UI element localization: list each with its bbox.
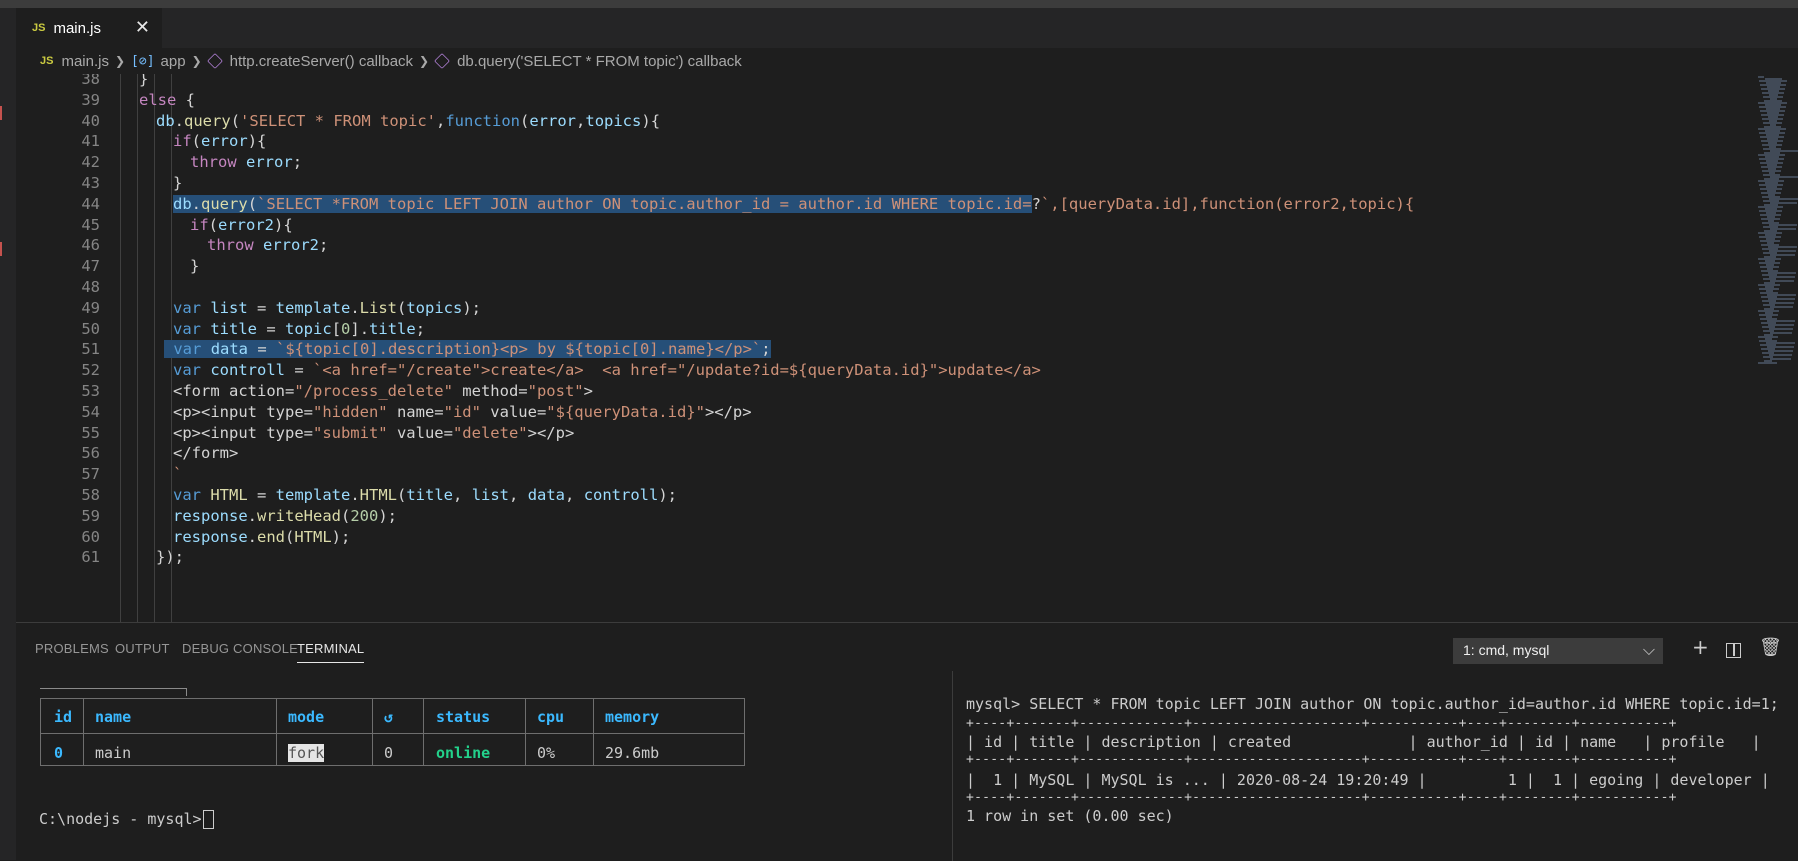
table-border	[525, 699, 526, 765]
mysql-result-footer: 1 row in set (0.00 sec)	[966, 807, 1174, 825]
activity-strip	[0, 8, 16, 860]
code-line[interactable]: 61});	[16, 545, 1756, 569]
breadcrumb: JS main.js ❯ [⊘] app ❯ http.createServer…	[16, 48, 1798, 74]
pm2-header-mode: mode	[288, 708, 325, 726]
window-title-bar	[0, 0, 1798, 8]
breadcrumb-callback1[interactable]: http.createServer() callback	[230, 53, 413, 70]
pm2-cell-mode: fork	[288, 744, 325, 762]
editor-tab-bar: JS main.js ✕	[16, 8, 1798, 48]
pm2-cell-name: main	[95, 744, 132, 762]
chevron-right-icon: ❯	[419, 54, 430, 68]
mysql-table-border: +----+-------+-------------+------------…	[966, 790, 1677, 805]
table-border	[423, 699, 424, 765]
code-editor[interactable]: 38} 39 else {40 db.query('SELECT * FROM top…	[16, 74, 1756, 622]
pm2-header-restarts: ↺	[384, 708, 394, 726]
breadcrumb-file[interactable]: main.js	[61, 53, 109, 70]
minimap-line	[1758, 362, 1777, 364]
tab-output[interactable]: OUTPUT	[115, 641, 170, 656]
pm2-header-memory: memory	[605, 708, 660, 726]
method-cube-icon	[206, 53, 223, 69]
mysql-query-line: mysql> SELECT * FROM topic LEFT JOIN aut…	[966, 695, 1779, 713]
pm2-cell-status: online	[436, 744, 491, 762]
change-marker	[0, 242, 2, 256]
table-border	[593, 699, 594, 765]
pm2-header-status: status	[436, 708, 491, 726]
tab-problems[interactable]: PROBLEMS	[35, 641, 109, 656]
pm2-header-id: id	[54, 708, 73, 726]
pm2-header-name: name	[95, 708, 132, 726]
terminal-cursor	[202, 810, 214, 829]
terminal-left-prompt[interactable]: C:\nodejs - mysql>	[39, 810, 214, 829]
table-border	[186, 688, 187, 696]
mysql-table-header: | id | title | description | created | a…	[966, 733, 1761, 751]
minimap-line	[1758, 76, 1764, 78]
pm2-header-cpu: cpu	[537, 708, 565, 726]
plus-icon[interactable]: +	[1692, 635, 1709, 659]
terminal-split-divider[interactable]	[952, 671, 953, 861]
variable-icon: [⊘]	[131, 53, 155, 69]
mysql-table-row: | 1 | MySQL | MySQL is ... | 2020-08-24 …	[966, 771, 1770, 789]
pm2-cell-restarts: 0	[384, 744, 394, 762]
pm2-cell-id: 0	[54, 744, 64, 762]
pm2-cell-cpu: 0%	[537, 744, 556, 762]
table-border	[276, 699, 277, 765]
line-number: 61	[81, 548, 100, 567]
trash-icon[interactable]: 🗑	[1759, 637, 1782, 658]
tab-title: main.js	[53, 19, 101, 37]
minimap-line	[1770, 332, 1792, 334]
change-marker	[0, 106, 2, 120]
tab-main-js[interactable]: JS main.js ✕	[16, 8, 162, 48]
mysql-table-border: +----+-------+-------------+------------…	[966, 752, 1677, 767]
chevron-right-icon: ❯	[191, 54, 202, 68]
tab-terminal[interactable]: TERMINAL	[297, 641, 365, 663]
breadcrumb-app[interactable]: app	[161, 53, 186, 70]
table-border: id name mode ↺ status cpu memory 0 main …	[40, 698, 745, 766]
prompt-text: C:\nodejs - mysql>	[39, 810, 202, 828]
pm2-cell-memory: 29.6mb	[605, 744, 660, 762]
breadcrumb-callback2[interactable]: db.query('SELECT * FROM topic') callback	[457, 53, 742, 70]
minimap-line	[1770, 358, 1791, 360]
chevron-down-icon: ⌵	[1642, 640, 1655, 659]
tab-debug-console[interactable]: DEBUG CONSOLE	[182, 641, 298, 656]
split-terminal-icon[interactable]	[1726, 643, 1741, 658]
bottom-panel: PROBLEMS OUTPUT DEBUG CONSOLE TERMINAL 1…	[16, 622, 1798, 861]
table-border	[83, 699, 84, 765]
method-cube-icon	[434, 53, 451, 69]
javascript-file-icon: JS	[40, 55, 54, 67]
chevron-right-icon: ❯	[114, 54, 126, 68]
close-icon[interactable]: ✕	[135, 17, 150, 38]
terminal-select[interactable]: 1: cmd, mysql ⌵	[1453, 638, 1663, 664]
line-code: });	[156, 548, 184, 567]
table-border	[40, 688, 187, 689]
javascript-file-icon: JS	[32, 22, 46, 34]
table-border	[372, 699, 373, 765]
table-border	[41, 733, 744, 734]
mysql-table-border: +----+-------+-------------+------------…	[966, 716, 1677, 731]
terminal-select-value: 1: cmd, mysql	[1463, 642, 1550, 658]
minimap[interactable]	[1756, 74, 1798, 622]
